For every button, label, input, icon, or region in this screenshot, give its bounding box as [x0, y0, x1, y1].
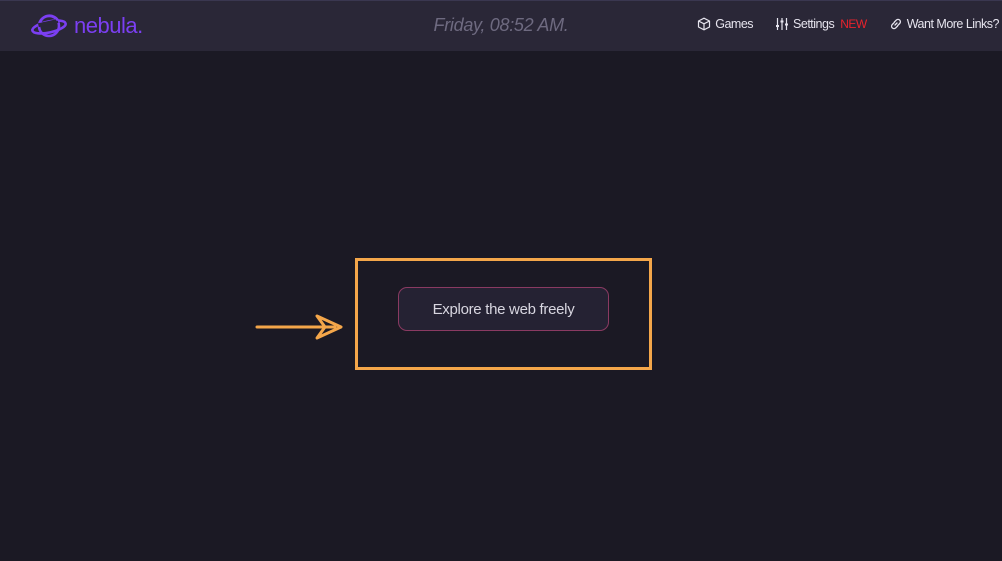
- explore-button[interactable]: Explore the web freely: [398, 287, 609, 331]
- cube-icon: [698, 17, 711, 31]
- nav-link-label: Games: [715, 17, 754, 31]
- nav-link-games[interactable]: Games: [697, 17, 754, 31]
- sliders-icon: [776, 18, 789, 30]
- logo-text: nebula.: [74, 13, 143, 38]
- logo-link[interactable]: nebula.: [30, 9, 143, 43]
- arrow-right-icon: [255, 314, 343, 340]
- page: nebula. Friday, 08:52 AM. Games Settings…: [0, 0, 1002, 561]
- nav-link-label: Want More Links?: [906, 17, 1000, 31]
- nav-link-settings[interactable]: Settings NEW: [775, 17, 867, 31]
- top-navbar: nebula. Friday, 08:52 AM. Games Settings…: [0, 0, 1002, 51]
- new-badge: NEW: [840, 17, 867, 31]
- nav-link-more-links[interactable]: Want More Links?: [889, 17, 1000, 31]
- planet-icon: [31, 14, 67, 38]
- link-icon: [890, 18, 901, 30]
- nav-link-label: Settings: [793, 17, 835, 31]
- nav-links: Games Settings NEW Want More Links?: [675, 17, 1000, 31]
